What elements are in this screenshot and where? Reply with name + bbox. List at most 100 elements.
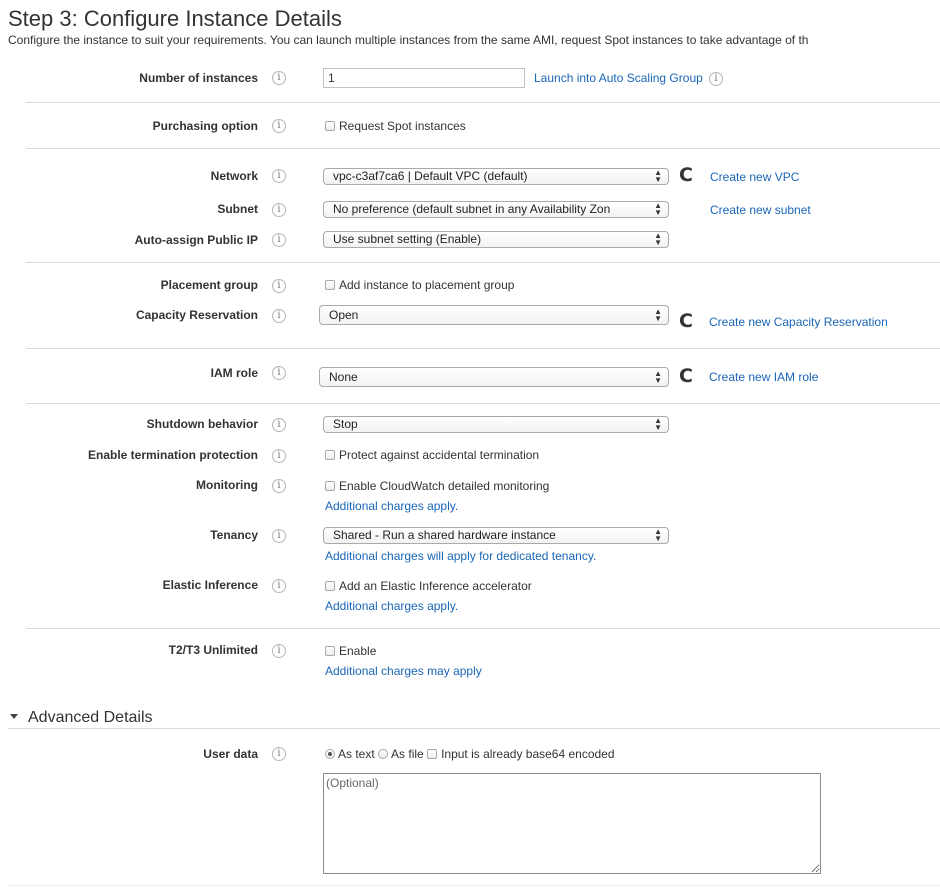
info-icon[interactable]: i xyxy=(272,203,286,217)
monitoring-charges-link[interactable]: Additional charges apply. xyxy=(325,499,458,513)
tenancy-select[interactable]: Shared - Run a shared hardware instance … xyxy=(323,527,669,544)
info-icon[interactable]: i xyxy=(272,169,286,183)
info-icon[interactable]: i xyxy=(272,529,286,543)
info-icon[interactable]: i xyxy=(272,644,286,658)
as-text-radio-row[interactable]: As text xyxy=(325,747,375,761)
capacity-reservation-select[interactable]: Open ▲ ▼ xyxy=(319,305,669,325)
divider xyxy=(26,348,940,349)
request-spot-checkbox[interactable] xyxy=(325,121,335,131)
refresh-network-icon[interactable]: C xyxy=(679,166,693,185)
advanced-details-toggle[interactable]: Advanced Details xyxy=(10,709,153,727)
divider xyxy=(26,403,940,404)
create-new-iam-role-link[interactable]: Create new IAM role xyxy=(709,370,818,384)
refresh-iam-icon[interactable]: C xyxy=(679,367,693,386)
base64-checkbox[interactable] xyxy=(427,749,438,759)
info-icon[interactable]: i xyxy=(272,279,286,293)
info-icon[interactable]: i xyxy=(272,479,286,493)
as-file-radio[interactable] xyxy=(378,749,389,759)
label-purchasing-option: Purchasing option xyxy=(152,119,258,133)
as-text-label: As text xyxy=(338,747,375,761)
as-text-radio[interactable] xyxy=(325,749,335,759)
subnet-select[interactable]: No preference (default subnet in any Ava… xyxy=(323,201,669,218)
label-iam-role: IAM role xyxy=(210,366,258,380)
auto-assign-public-ip-select[interactable]: Use subnet setting (Enable) ▲ ▼ xyxy=(323,231,669,248)
page-subtitle: Configure the instance to suit your requ… xyxy=(8,33,809,47)
shutdown-selected-value: Stop xyxy=(333,417,358,431)
label-termination-protection: Enable termination protection xyxy=(87,448,258,462)
termination-protection-checkbox[interactable] xyxy=(325,450,335,460)
select-arrows-icon: ▲ ▼ xyxy=(654,527,662,543)
select-arrows-icon: ▲ ▼ xyxy=(654,168,662,184)
user-data-textarea[interactable] xyxy=(323,773,821,874)
info-icon[interactable]: i xyxy=(272,309,286,323)
label-placement-group: Placement group xyxy=(160,278,258,292)
iam-role-select[interactable]: None ▲ ▼ xyxy=(319,367,669,387)
as-file-radio-row[interactable]: As file xyxy=(378,747,424,761)
refresh-capacity-icon[interactable]: C xyxy=(679,312,693,331)
tenancy-charges-link[interactable]: Additional charges will apply for dedica… xyxy=(325,549,596,563)
divider xyxy=(8,728,940,729)
page-title: Step 3: Configure Instance Details xyxy=(8,6,342,31)
info-icon[interactable]: i xyxy=(272,449,286,463)
termination-protection-checkbox-row[interactable]: Protect against accidental termination xyxy=(325,448,539,462)
label-monitoring: Monitoring xyxy=(196,478,258,492)
unlimited-option-label: Enable xyxy=(339,644,377,658)
info-icon[interactable]: i xyxy=(272,71,286,85)
create-new-vpc-link[interactable]: Create new VPC xyxy=(710,170,799,184)
shutdown-behavior-select[interactable]: Stop ▲ ▼ xyxy=(323,416,669,433)
divider xyxy=(26,628,940,629)
network-select[interactable]: vpc-c3af7ca6 | Default VPC (default) ▲ ▼ xyxy=(323,168,669,185)
elastic-inference-option-label: Add an Elastic Inference accelerator xyxy=(339,579,532,593)
info-icon[interactable]: i xyxy=(709,72,723,86)
create-capacity-reservation-link[interactable]: Create new Capacity Reservation xyxy=(709,315,888,329)
info-icon[interactable]: i xyxy=(272,366,286,380)
placement-group-option-label: Add instance to placement group xyxy=(339,278,515,292)
info-icon[interactable]: i xyxy=(272,233,286,247)
base64-checkbox-row[interactable]: Input is already base64 encoded xyxy=(427,747,615,761)
label-network: Network xyxy=(210,169,258,183)
select-arrows-icon: ▲ ▼ xyxy=(654,416,662,432)
label-number-of-instances: Number of instances xyxy=(139,71,258,85)
advanced-details-heading: Advanced Details xyxy=(28,709,153,726)
as-file-label: As file xyxy=(391,747,424,761)
number-of-instances-input[interactable] xyxy=(323,68,525,88)
request-spot-label: Request Spot instances xyxy=(339,119,466,133)
termination-protection-option-label: Protect against accidental termination xyxy=(339,448,540,462)
label-t2-t3-unlimited: T2/T3 Unlimited xyxy=(168,643,258,657)
info-icon[interactable]: i xyxy=(272,418,286,432)
divider xyxy=(8,885,940,886)
elastic-inference-checkbox-row[interactable]: Add an Elastic Inference accelerator xyxy=(325,579,532,593)
unlimited-charges-link[interactable]: Additional charges may apply xyxy=(325,664,482,678)
request-spot-checkbox-row[interactable]: Request Spot instances xyxy=(325,119,466,133)
subnet-selected-value: No preference (default subnet in any Ava… xyxy=(333,202,611,216)
create-new-subnet-link[interactable]: Create new subnet xyxy=(710,203,811,217)
select-arrows-icon: ▲ ▼ xyxy=(654,201,662,217)
info-icon[interactable]: i xyxy=(272,747,286,761)
placement-group-checkbox-row[interactable]: Add instance to placement group xyxy=(325,278,514,292)
label-subnet: Subnet xyxy=(217,202,258,216)
capacity-selected-value: Open xyxy=(329,308,359,322)
unlimited-enable-checkbox[interactable] xyxy=(325,646,335,656)
unlimited-checkbox-row[interactable]: Enable xyxy=(325,644,376,658)
caret-down-icon xyxy=(10,714,18,719)
info-icon[interactable]: i xyxy=(272,579,286,593)
base64-label: Input is already base64 encoded xyxy=(441,747,615,761)
iam-role-selected-value: None xyxy=(329,370,358,384)
label-capacity-reservation: Capacity Reservation xyxy=(135,308,258,322)
select-arrows-icon: ▲ ▼ xyxy=(654,369,662,385)
launch-auto-scaling-link[interactable]: Launch into Auto Scaling Group xyxy=(534,71,703,85)
monitoring-checkbox[interactable] xyxy=(325,481,335,491)
placement-group-checkbox[interactable] xyxy=(325,280,335,290)
info-icon[interactable]: i xyxy=(272,119,286,133)
monitoring-option-label: Enable CloudWatch detailed monitoring xyxy=(339,479,550,493)
label-user-data: User data xyxy=(203,747,258,761)
user-data-options: As text As file Input is already base64 … xyxy=(325,747,615,761)
label-tenancy: Tenancy xyxy=(210,528,258,542)
elastic-inference-checkbox[interactable] xyxy=(325,581,335,591)
divider xyxy=(26,262,940,263)
label-shutdown-behavior: Shutdown behavior xyxy=(146,417,258,431)
select-arrows-icon: ▲ ▼ xyxy=(654,231,662,247)
monitoring-checkbox-row[interactable]: Enable CloudWatch detailed monitoring xyxy=(325,479,549,493)
elastic-inference-charges-link[interactable]: Additional charges apply. xyxy=(325,599,458,613)
select-arrows-icon: ▲ ▼ xyxy=(654,307,662,323)
